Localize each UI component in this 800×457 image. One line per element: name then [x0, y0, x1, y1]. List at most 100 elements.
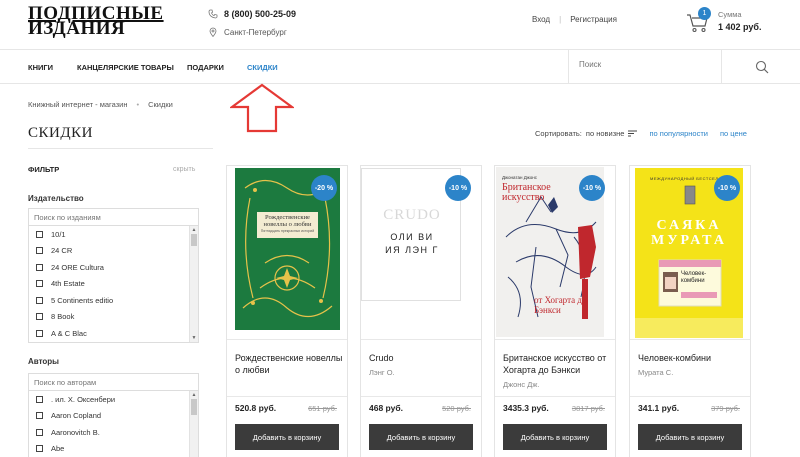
price-divider — [630, 396, 750, 397]
book-title[interactable]: Рождественские новеллы о любви — [235, 352, 343, 376]
search-input[interactable] — [579, 60, 719, 69]
cover-subtitle: от Хогарта до Бэнкси — [534, 295, 587, 315]
publisher-label: 5 Continents editio — [51, 295, 114, 305]
book-author[interactable]: Мурата С. — [638, 368, 673, 377]
checkbox[interactable] — [36, 247, 43, 255]
publishers-search-input[interactable] — [29, 209, 198, 226]
nav-item-sale[interactable]: СКИДКИ — [247, 63, 278, 72]
search-box — [568, 50, 800, 83]
book-title[interactable]: Crudo — [369, 352, 477, 364]
author-label: . ил. Х. Оксенбери — [51, 394, 116, 404]
phone-icon — [208, 9, 218, 19]
publisher-item[interactable]: 4th Estate — [29, 276, 198, 293]
cover-subtitle: ОЛИ ВИ ИЯ ЛЭН Г — [385, 232, 439, 255]
scroll-down-icon[interactable]: ▼ — [191, 335, 197, 341]
card-divider — [495, 339, 615, 340]
auth-separator: | — [559, 15, 562, 24]
checkbox[interactable] — [36, 230, 43, 238]
book-author[interactable]: Джонс Дж. — [503, 380, 539, 389]
scroll-thumb[interactable] — [191, 234, 197, 246]
book-title[interactable]: Человек-комбини — [638, 352, 746, 364]
scroll-up-icon[interactable]: ▲ — [191, 392, 197, 398]
sort-current[interactable]: по новизне — [586, 129, 625, 138]
checkbox[interactable] — [36, 395, 43, 403]
checkbox[interactable] — [36, 313, 43, 321]
sort-bar: Сортировать: по новизне по популярности … — [535, 129, 747, 138]
sort-popularity[interactable]: по популярности — [649, 129, 708, 138]
site-logo[interactable]: ПОДПИСНЫЕ ИЗДАНИЯ — [28, 4, 174, 38]
sort-desc-icon[interactable] — [628, 130, 638, 137]
publishers-filter: 10/1 24 СR 24 ORE Cultura 4th Estate 5 C… — [28, 208, 199, 343]
old-price: 651 руб. — [308, 404, 337, 413]
filter-hide-link[interactable]: скрыть — [173, 166, 195, 173]
authors-scrollbar[interactable]: ▲ — [189, 391, 198, 457]
publisher-item[interactable]: 10/1 — [29, 226, 198, 243]
price-divider — [495, 396, 615, 397]
auth-links: Вход | Регистрация — [532, 15, 617, 24]
cover-title: CRUDO — [383, 207, 441, 223]
product-card[interactable]: Рождественские новеллы о любви Пятнадцат… — [226, 165, 348, 457]
author-item[interactable]: Aaron Copland — [29, 408, 198, 425]
sidebar-divider — [28, 148, 213, 149]
authors-filter: . ил. Х. Оксенбери Aaron Copland Aaronov… — [28, 373, 199, 457]
register-link[interactable]: Регистрация — [570, 15, 617, 24]
scroll-thumb[interactable] — [191, 399, 197, 415]
checkbox[interactable] — [36, 445, 43, 453]
author-item[interactable]: Abe — [29, 441, 198, 457]
checkbox[interactable] — [36, 329, 43, 337]
nav-item-gifts[interactable]: ПОДАРКИ — [187, 63, 224, 72]
publisher-item[interactable]: 8 Book — [29, 309, 198, 326]
publisher-label: 8 Book — [51, 312, 75, 322]
price: 341.1 руб. — [638, 403, 680, 413]
publisher-label: 24 СR — [51, 246, 73, 256]
login-link[interactable]: Вход — [532, 15, 550, 24]
publishers-scrollbar[interactable]: ▲ ▼ — [189, 226, 198, 342]
old-price: 520 руб. — [442, 404, 471, 413]
price-divider — [227, 396, 347, 397]
checkbox[interactable] — [36, 263, 43, 271]
book-title[interactable]: Британское искусство от Хогарта до Бэнкс… — [503, 352, 611, 376]
add-to-cart-button[interactable]: Добавить в корзину — [369, 424, 473, 450]
product-card[interactable]: Джонатан Джонс Британское искусство от Х… — [494, 165, 616, 457]
sort-price[interactable]: по цене — [720, 129, 747, 138]
nav-item-books[interactable]: КНИГИ — [28, 63, 53, 72]
breadcrumb: Книжный интернет - магазин • Скидки — [28, 100, 173, 109]
product-card[interactable]: CRUDO ОЛИ ВИ ИЯ ЛЭН Г -10 % Crudo Лэнг О… — [360, 165, 482, 457]
publisher-item[interactable]: 24 СR — [29, 243, 198, 260]
checkbox[interactable] — [36, 280, 43, 288]
price: 520.8 руб. — [235, 403, 277, 413]
card-divider — [227, 339, 347, 340]
author-item[interactable]: . ил. Х. Оксенбери — [29, 391, 198, 408]
authors-search-input[interactable] — [29, 374, 198, 391]
main-nav: КНИГИ КАНЦЕЛЯРСКИЕ ТОВАРЫ ПОДАРКИ СКИДКИ — [0, 50, 800, 84]
search-button[interactable] — [721, 50, 800, 83]
publishers-title: Издательство — [28, 194, 84, 203]
scroll-up-icon[interactable]: ▲ — [191, 227, 197, 233]
add-to-cart-button[interactable]: Добавить в корзину — [638, 424, 742, 450]
checkbox[interactable] — [36, 296, 43, 304]
publisher-item[interactable]: 5 Continents editio — [29, 292, 198, 309]
discount-badge: -10 % — [445, 175, 471, 201]
checkbox[interactable] — [36, 412, 43, 420]
publisher-item[interactable]: A & C Blac — [29, 325, 198, 342]
author-item[interactable]: Aaronovitch B. — [29, 424, 198, 441]
add-to-cart-button[interactable]: Добавить в корзину — [503, 424, 607, 450]
publisher-item[interactable]: 24 ORE Cultura — [29, 259, 198, 276]
cart-button[interactable]: 1 — [686, 7, 716, 34]
card-divider — [361, 339, 481, 340]
add-to-cart-button[interactable]: Добавить в корзину — [235, 424, 339, 450]
breadcrumb-home[interactable]: Книжный интернет - магазин — [28, 100, 127, 109]
filter-title: ФИЛЬТР — [28, 165, 60, 174]
publisher-label: 4th Estate — [51, 279, 85, 289]
cover-author: Джонатан Джонс — [502, 175, 537, 180]
phone-number[interactable]: 8 (800) 500-25-09 — [224, 9, 296, 19]
nav-item-stationery[interactable]: КАНЦЕЛЯРСКИЕ ТОВАРЫ — [77, 63, 174, 72]
book-author[interactable]: Лэнг О. — [369, 368, 395, 377]
city-name[interactable]: Санкт-Петербург — [224, 28, 287, 37]
sum-label: Сумма — [718, 10, 742, 19]
product-card[interactable]: МЕЖДУНАРОДНЫЙ БЕСТСЕЛЛЕР САЯКА МУРАТА Че… — [629, 165, 751, 457]
checkbox[interactable] — [36, 428, 43, 436]
discount-badge: -10 % — [579, 175, 605, 201]
price-divider — [361, 396, 481, 397]
cart-sum: Сумма 1 402 руб. — [718, 10, 761, 32]
